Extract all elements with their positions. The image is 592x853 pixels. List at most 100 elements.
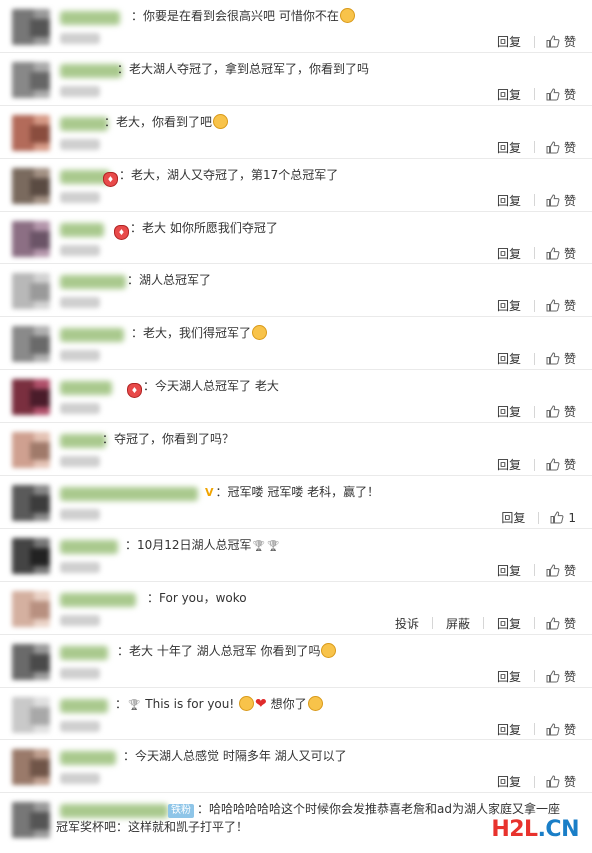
user-name[interactable]: [60, 222, 104, 237]
comment-item: ♦ ：今天湖人总冠军了 老大回复 赞: [0, 370, 592, 424]
like-button[interactable]: 赞: [539, 615, 576, 632]
like-button[interactable]: 赞: [539, 668, 576, 685]
user-name[interactable]: [60, 63, 122, 78]
user-avatar[interactable]: [12, 326, 50, 363]
user-avatar[interactable]: [12, 167, 50, 204]
timestamp: [60, 614, 100, 626]
user-avatar[interactable]: [12, 273, 50, 310]
like-button[interactable]: 赞: [539, 139, 576, 156]
comment-body: ：湖人总冠军了: [127, 273, 212, 288]
user-avatar[interactable]: [12, 432, 50, 469]
comment-text: ♦ ：今天湖人总冠军了 老大: [126, 377, 279, 399]
like-button[interactable]: 1: [543, 511, 576, 525]
thumbs-up-icon: [546, 564, 560, 577]
reply-button[interactable]: 回复: [488, 668, 530, 685]
reply-button[interactable]: 回复: [488, 192, 530, 209]
comment-text: ：夺冠了，你看到了吗？: [102, 430, 234, 448]
comment-actions: 回复 赞: [488, 668, 576, 685]
divider: [482, 617, 484, 630]
timestamp: [60, 297, 100, 309]
like-button[interactable]: 赞: [539, 86, 576, 103]
comment-actions: 投诉 屏蔽 回复 赞: [386, 615, 576, 632]
user-name[interactable]: [60, 434, 106, 449]
user-name[interactable]: [60, 698, 108, 713]
comment-body: ：老大湖人夺冠了，拿到总冠军了，你看到了吗: [117, 61, 370, 76]
user-name[interactable]: [60, 804, 168, 819]
report-button[interactable]: 投诉: [386, 615, 428, 632]
site-watermark: H2L.CN: [488, 817, 582, 842]
like-button[interactable]: 赞: [539, 245, 576, 262]
reply-button[interactable]: 回复: [488, 403, 530, 420]
user-name[interactable]: [60, 751, 116, 766]
comment-item: ：For you，woko 投诉 屏蔽 回复 赞: [0, 582, 592, 635]
comment-item: ：你要是在看到会很高兴吧 可惜你不在 回复 赞: [0, 0, 592, 53]
reply-button[interactable]: 回复: [488, 562, 530, 579]
comment-body: ：: [115, 696, 128, 711]
user-avatar[interactable]: [12, 61, 50, 98]
comment-body: ：今天湖人总感觉 时隔多年 湖人又可以了: [123, 749, 347, 764]
user-avatar[interactable]: [12, 643, 50, 680]
reply-button[interactable]: 回复: [488, 245, 530, 262]
comment-body: ：老大，我们得冠军了: [131, 326, 252, 341]
like-button[interactable]: 赞: [539, 456, 576, 473]
like-button[interactable]: 赞: [539, 403, 576, 420]
reply-button[interactable]: 回复: [488, 33, 530, 50]
reply-button[interactable]: 回复: [488, 350, 530, 367]
like-count: 赞: [563, 246, 576, 261]
user-name[interactable]: [60, 487, 198, 502]
user-avatar[interactable]: [12, 485, 50, 522]
divider: [533, 88, 535, 101]
comment-body: ：冠军喽 冠军喽 老科，赢了！: [215, 485, 380, 500]
divider: [533, 458, 535, 471]
like-button[interactable]: 赞: [539, 192, 576, 209]
user-name[interactable]: [60, 539, 118, 554]
trophy-icon: 🏆: [252, 540, 265, 552]
reply-button[interactable]: 回复: [488, 773, 530, 790]
like-button[interactable]: 赞: [539, 297, 576, 314]
like-button[interactable]: 赞: [539, 773, 576, 790]
user-avatar[interactable]: [12, 220, 50, 257]
reply-button[interactable]: 回复: [488, 86, 530, 103]
like-button[interactable]: 赞: [539, 721, 576, 738]
timestamp: [60, 138, 100, 150]
divider: [533, 299, 535, 312]
reply-button[interactable]: 回复: [488, 615, 530, 632]
thumbs-up-icon: [546, 775, 560, 788]
user-avatar[interactable]: [12, 9, 50, 45]
like-count: 赞: [563, 299, 576, 314]
user-name[interactable]: [60, 381, 112, 396]
divider: [533, 617, 535, 630]
user-name[interactable]: [60, 592, 136, 607]
reply-button[interactable]: 回复: [488, 297, 530, 314]
block-button[interactable]: 屏蔽: [437, 615, 479, 632]
user-avatar[interactable]: [12, 537, 50, 574]
user-name[interactable]: [60, 328, 124, 343]
reply-button[interactable]: 回复: [488, 456, 530, 473]
comment-body: ：老大，你看到了吧: [104, 114, 213, 129]
user-name[interactable]: [60, 275, 126, 290]
user-name[interactable]: [60, 11, 120, 25]
user-avatar[interactable]: [12, 802, 50, 839]
user-avatar[interactable]: [12, 114, 50, 151]
user-name[interactable]: [60, 645, 108, 660]
reply-button[interactable]: 回复: [488, 139, 530, 156]
comment-list: ：你要是在看到会很高兴吧 可惜你不在 回复赞 ：老大湖人夺冠了，拿到总冠军了，你看到…: [0, 0, 592, 853]
like-button[interactable]: 赞: [539, 562, 576, 579]
reply-button[interactable]: 回复: [488, 721, 530, 738]
user-name[interactable]: [60, 116, 108, 131]
user-avatar[interactable]: [12, 590, 50, 627]
thumbs-up-icon: [546, 35, 560, 48]
comment-body: ：老大 如你所愿我们夺冠了: [130, 220, 278, 235]
user-avatar[interactable]: [12, 379, 50, 416]
trophy-icon: 🏆: [128, 699, 141, 711]
divider: [533, 670, 535, 683]
comment-item: ：老大，我们得冠军了回复 赞: [0, 317, 592, 371]
like-button[interactable]: 赞: [539, 350, 576, 367]
user-avatar[interactable]: [12, 749, 50, 786]
reply-button[interactable]: 回复: [492, 509, 534, 526]
like-button[interactable]: 赞: [539, 33, 576, 50]
user-avatar[interactable]: [12, 696, 50, 733]
divider: [533, 723, 535, 736]
divider: [533, 194, 535, 207]
comment-actions: 回复 赞: [488, 456, 576, 473]
